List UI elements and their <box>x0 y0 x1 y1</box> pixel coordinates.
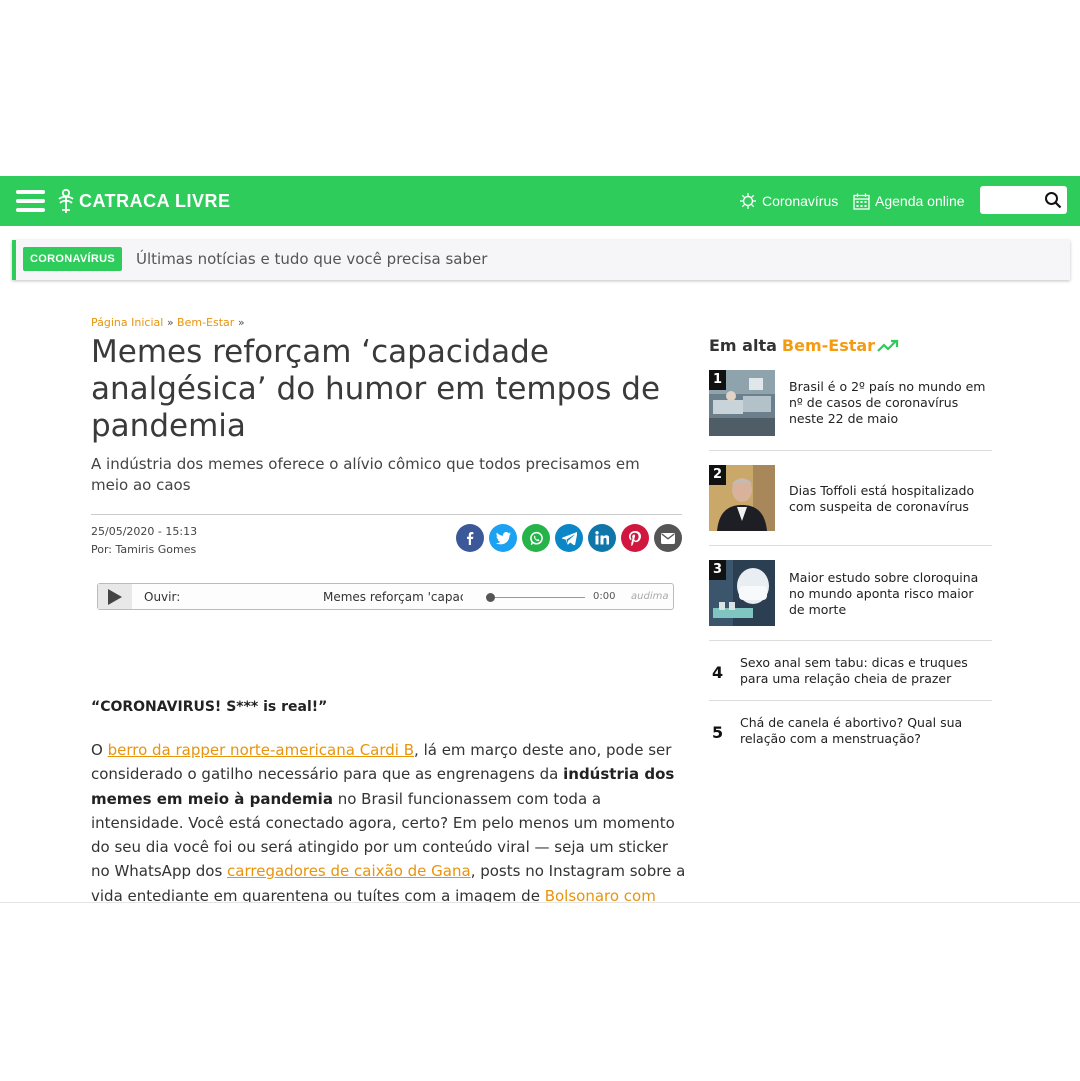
nav-agenda-label: Agenda online <box>875 193 965 209</box>
trending-rank: 4 <box>712 663 724 682</box>
trending-rank: 5 <box>712 723 724 742</box>
player-label: Ouvir: <box>144 590 181 604</box>
trending-thumbnail[interactable]: 3 <box>709 560 775 626</box>
twitter-icon[interactable] <box>489 524 517 552</box>
article-author: Por: Tamiris Gomes <box>91 543 197 556</box>
email-icon[interactable] <box>654 524 682 552</box>
trending-title[interactable]: Sexo anal sem tabu: dicas e truques para… <box>740 655 980 687</box>
site-logo[interactable]: CATRACA LIVRE <box>57 187 231 215</box>
article-quote: “CORONAVIRUS! S*** is real!” <box>91 699 328 715</box>
divider <box>709 640 992 641</box>
article-date: 25/05/2020 - 15:13 <box>91 525 198 538</box>
player-time: 0:00 <box>593 591 616 602</box>
logo-text: CATRACA LIVRE <box>79 190 231 211</box>
facebook-icon[interactable] <box>456 524 484 552</box>
play-button[interactable] <box>98 584 132 609</box>
nav-agenda[interactable]: Agenda online <box>853 190 965 212</box>
pinterest-icon[interactable] <box>621 524 649 552</box>
article-title: Memes reforçam ‘capacidade analgésica’ d… <box>91 334 661 444</box>
breadcrumb-home[interactable]: Página Inicial <box>91 316 163 329</box>
trending-thumbnail[interactable]: 1 <box>709 370 775 436</box>
header-bar: CATRACA LIVRE Coronavírus Agenda online <box>0 176 1080 226</box>
nav-coronavirus[interactable]: Coronavírus <box>739 190 838 212</box>
search-box <box>980 186 1067 214</box>
trending-icon <box>877 339 899 352</box>
breadcrumb-separator: » <box>166 316 174 329</box>
sidebar-title-accent[interactable]: Bem-Estar <box>782 336 875 355</box>
share-bar <box>456 524 687 552</box>
divider <box>709 545 992 546</box>
player-track-title: Memes reforçam 'capac <box>323 590 463 604</box>
trending-title[interactable]: Chá de canela é abortivo? Qual sua relaç… <box>740 715 980 747</box>
breadcrumb-separator: » <box>237 316 245 329</box>
logo-icon <box>58 188 74 213</box>
body-text: O <box>91 741 108 759</box>
ticker-text[interactable]: Últimas notícias e tudo que você precisa… <box>136 250 487 268</box>
menu-icon[interactable] <box>16 190 45 212</box>
sidebar-title-prefix: Em alta <box>709 336 777 355</box>
trending-rank: 2 <box>709 465 726 485</box>
virus-icon <box>740 193 756 209</box>
sidebar-title: Em alta Bem-Estar <box>709 336 899 355</box>
trending-rank: 1 <box>709 370 726 390</box>
player-progress[interactable] <box>486 593 585 602</box>
breadcrumb-section[interactable]: Bem-Estar <box>177 316 234 329</box>
body-link-gana[interactable]: carregadores de caixão de Gana <box>227 862 471 880</box>
trending-title[interactable]: Brasil é o 2º país no mundo em nº de cas… <box>789 379 989 427</box>
article-subtitle: A indústria dos memes oferece o alívio c… <box>91 455 640 494</box>
audio-player: Ouvir: Memes reforçam 'capac 0:00 audima <box>97 583 674 610</box>
divider <box>709 450 992 451</box>
search-input[interactable] <box>984 186 1046 214</box>
telegram-icon[interactable] <box>555 524 583 552</box>
linkedin-icon[interactable] <box>588 524 616 552</box>
body-link-cardi-b[interactable]: berro da rapper norte-americana Cardi B <box>108 741 414 759</box>
ticker-badge[interactable]: CORONAVÍRUS <box>23 247 122 271</box>
trending-thumbnail[interactable]: 2 <box>709 465 775 531</box>
trending-rank: 3 <box>709 560 726 580</box>
progress-knob[interactable] <box>486 593 495 602</box>
whatsapp-icon[interactable] <box>522 524 550 552</box>
search-icon[interactable] <box>1044 191 1062 209</box>
play-icon <box>108 588 122 605</box>
breadcrumb: Página Inicial » Bem-Estar » <box>91 316 245 329</box>
trending-title[interactable]: Dias Toffoli está hospitalizado com susp… <box>789 483 989 515</box>
news-ticker: CORONAVÍRUS Últimas notícias e tudo que … <box>12 240 1070 280</box>
player-brand: audima <box>631 591 669 602</box>
calendar-icon <box>853 193 870 210</box>
divider <box>91 514 682 515</box>
nav-coronavirus-label: Coronavírus <box>762 193 839 209</box>
page-bottom-blank <box>0 902 1080 1081</box>
divider <box>709 700 992 701</box>
trending-title[interactable]: Maior estudo sobre cloroquina no mundo a… <box>789 570 989 618</box>
